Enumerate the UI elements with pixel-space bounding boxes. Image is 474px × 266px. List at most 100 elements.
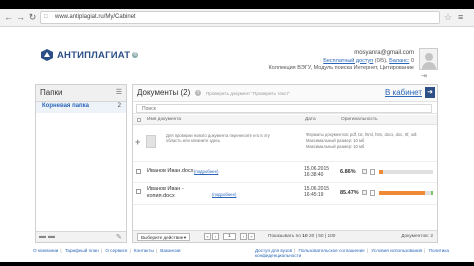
column-date[interactable]: Дата — [305, 117, 316, 122]
logo[interactable]: АНТИПЛАГИАТ ® — [40, 47, 139, 63]
table-row[interactable]: Иванов Иван - копия.docx (подробнее) 15.… — [133, 184, 437, 205]
document-name[interactable]: Иванов Иван.docx — [147, 168, 193, 175]
originality-bar-fill — [379, 170, 383, 174]
cabinet-link[interactable]: В кабинет — [385, 88, 422, 97]
page-icon: □ — [44, 14, 48, 20]
avatar[interactable] — [419, 48, 438, 70]
forward-arrow-icon[interactable]: → — [15, 12, 26, 23]
originality-bar — [379, 191, 433, 195]
per-page-control: Показывать по 10 20 | 50 | 100 — [268, 234, 335, 239]
separator: | — [424, 248, 426, 253]
report-icon[interactable] — [362, 169, 367, 174]
footer-links-right: Доступ для вузов | Пользовательское согла… — [255, 248, 474, 258]
user-info: mosyanra@gmail.com Бесплатный доступ (0/… — [268, 50, 414, 73]
avatar-head — [425, 53, 433, 61]
originality-bar-fill — [379, 191, 426, 195]
separator: | — [155, 248, 157, 253]
footer-link[interactable]: Контакты — [134, 248, 154, 253]
per-page-options[interactable]: 20 | 50 | 100 — [309, 234, 336, 239]
folder-icon[interactable]: ▬ — [48, 233, 55, 240]
originality-percent: 6.86% — [340, 169, 356, 175]
footer-link[interactable]: Пользовательское соглашение — [299, 248, 365, 253]
per-page-label: Показывать по — [268, 234, 301, 239]
time-value: 16:38:40 — [304, 172, 324, 178]
separator: | — [100, 248, 103, 253]
footer-link[interactable]: Вакансии — [160, 248, 180, 253]
details-link[interactable]: (подробнее) — [194, 169, 218, 174]
address-bar[interactable]: □ www.antiplagiat.ru/My/Cabinet — [40, 11, 440, 24]
antiplagiat-logo-icon — [41, 49, 53, 61]
site-footer: О компании | Тарифный план | О сервисе | Ко… — [0, 244, 474, 262]
action-select[interactable]: Выберите действие ▼ — [137, 233, 190, 241]
browser-window: ← → ↻ □ www.antiplagiat.ru/My/Cabinet ☆ … — [0, 9, 474, 262]
check-document-link[interactable]: Проверить документ "Проверить текст" — [206, 91, 290, 96]
logo-text: АНТИПЛАГИАТ — [57, 49, 131, 61]
documents-count: (2) — [180, 88, 191, 97]
per-page-current[interactable]: 10 — [302, 234, 307, 239]
column-originality[interactable]: Оригинальность — [341, 117, 378, 122]
column-name[interactable]: Имя документа — [147, 117, 181, 122]
page-input[interactable]: 1 — [223, 233, 236, 240]
back-arrow-icon[interactable]: ← — [3, 12, 14, 23]
bookmark-star-icon[interactable]: ☆ — [444, 12, 452, 23]
upload-dropzone[interactable]: + Для проверки нового документа перенеси… — [133, 126, 437, 162]
footer-link[interactable]: Тарифный план — [65, 248, 99, 253]
document-small-icon[interactable] — [370, 169, 375, 175]
first-page-icon[interactable]: « — [204, 233, 211, 240]
row-checkbox[interactable] — [136, 169, 141, 174]
report-icon[interactable] — [362, 190, 367, 195]
folders-panel: Папки ☰ Корневая папка 2 ▬ ▬ ✎ — [35, 84, 127, 243]
site-header: АНТИПЛАГИАТ ® mosyanra@gmail.com Бесплат… — [0, 28, 474, 80]
documents-toolbar: Выберите действие ▼ « ‹ 1 › » Показывать… — [133, 230, 437, 242]
separator: | — [129, 248, 131, 253]
reload-icon[interactable]: ↻ — [27, 12, 38, 23]
document-name-line: копия.docx — [147, 192, 175, 199]
help-icon[interactable]: ? — [195, 90, 201, 96]
browser-toolbar: ← → ↻ □ www.antiplagiat.ru/My/Cabinet ☆ … — [0, 9, 474, 27]
balance-value: 0 — [410, 57, 414, 64]
footer-link[interactable]: О компании — [33, 248, 58, 253]
collection-line: Коллекция ВЭГУ, Модуль поиска Интернет, … — [268, 65, 414, 71]
documents-header: Документы (2) ? Проверить документ "Пров… — [133, 85, 437, 102]
settings-wrench-icon[interactable]: ✎ — [116, 233, 122, 241]
separator: | — [366, 248, 368, 253]
time-value: 16:45:19 — [304, 192, 324, 198]
select-all-checkbox[interactable] — [137, 118, 141, 122]
screen: ← → ↻ □ www.antiplagiat.ru/My/Cabinet ☆ … — [0, 0, 474, 266]
last-page-icon[interactable]: » — [248, 233, 255, 240]
formats-line: Максимальный размер: 10 мб — [306, 144, 365, 150]
folders-list-icon[interactable]: ☰ — [116, 88, 122, 96]
logout-icon[interactable]: ⇥ — [421, 72, 427, 80]
footer-link[interactable]: О сервисе — [105, 248, 127, 253]
originality-percent: 85.47% — [340, 190, 359, 196]
balance-link[interactable]: Баланс: — [389, 58, 409, 64]
browser-menu-icon[interactable]: ≡ — [458, 12, 463, 23]
details-link[interactable]: (подробнее) — [212, 192, 236, 197]
separator: | — [60, 248, 62, 253]
document-date: 15.06.2015 16:45:19 — [304, 186, 329, 198]
footer-link[interactable]: Условия использования — [371, 248, 422, 253]
document-date: 15.06.2015 16:38:40 — [304, 166, 329, 178]
chevron-down-icon: ▼ — [183, 235, 187, 240]
exit-arrow-icon[interactable]: ➜ — [425, 87, 435, 98]
table-row[interactable]: Иванов Иван.docx (подробнее) 15.06.2015 … — [133, 164, 437, 183]
plus-icon: + — [135, 137, 141, 147]
new-folder-icon[interactable]: ▬ — [39, 233, 46, 240]
address-text: www.antiplagiat.ru/My/Cabinet — [55, 14, 136, 20]
next-page-icon[interactable]: › — [240, 233, 247, 240]
upload-hint: Для проверки нового документа перенесите… — [166, 133, 270, 144]
plan-link[interactable]: Бесплатный доступ — [323, 58, 373, 64]
row-checkbox[interactable] — [136, 189, 141, 194]
folders-footer: ▬ ▬ ✎ — [36, 231, 126, 242]
prev-page-icon[interactable]: ‹ — [212, 233, 219, 240]
documents-title-text: Документы — [137, 88, 179, 97]
sidebar-item-root-folder[interactable]: Корневая папка 2 — [36, 102, 126, 113]
folder-count: 2 — [117, 103, 121, 109]
document-name[interactable]: Иванов Иван - копия.docx — [147, 186, 184, 199]
table-header: Имя документа Дата Оригинальность — [133, 115, 437, 125]
documents-title: Документы (2) — [137, 88, 190, 97]
plan-count: (0/5) — [374, 57, 387, 64]
search-input[interactable] — [136, 104, 432, 113]
document-small-icon[interactable] — [370, 190, 375, 196]
registered-mark: ® — [132, 52, 139, 58]
